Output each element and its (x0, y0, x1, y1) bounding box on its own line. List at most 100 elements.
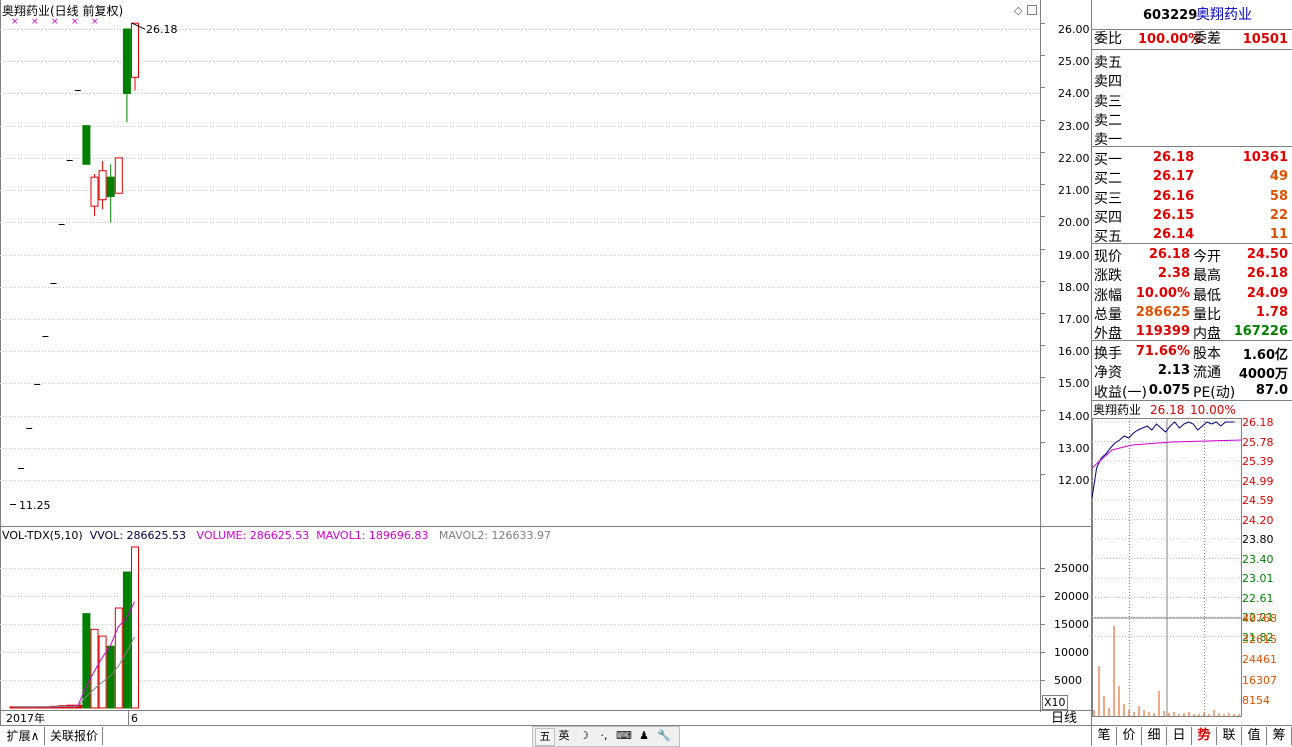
volume-multiplier: X10 (1042, 695, 1068, 710)
volume-bar[interactable] (122, 571, 131, 709)
user-icon[interactable]: ♟ (635, 728, 653, 744)
intraday-price-tick: 23.80 (1242, 533, 1274, 546)
right-tab[interactable]: 势 (1192, 727, 1217, 745)
high-price-label: 26.18 (146, 23, 178, 36)
intraday-price-tick: 23.01 (1242, 572, 1274, 585)
english-mode-icon[interactable]: 英 (555, 728, 573, 744)
intraday-price-tick: 23.40 (1242, 552, 1274, 566)
wubi-icon[interactable]: 五 (535, 728, 555, 746)
stat-value: 2.38 (1157, 266, 1190, 282)
intraday-chart[interactable] (1092, 418, 1242, 718)
right-tab[interactable]: 细 (1142, 727, 1167, 745)
candlestick-chart: × × × × × (0, 17, 1040, 505)
quote-divider-6 (1092, 400, 1292, 401)
volume-legend: VOL-TDX(5,10) VVOL: 286625.53 VOLUME: 28… (2, 530, 551, 541)
stat-value: 24.09 (1246, 285, 1288, 301)
right-tab[interactable]: 笔 (1092, 727, 1117, 745)
punctuation-icon[interactable]: ·, (595, 728, 613, 744)
right-tab[interactable]: 价 (1117, 727, 1142, 745)
volume-axis-label: 5000 (1054, 673, 1082, 687)
right-tab[interactable]: 筹 (1267, 727, 1292, 745)
right-tab[interactable]: 日 (1167, 727, 1192, 745)
price-axis-tick (1041, 151, 1045, 153)
volume-chart (0, 546, 1040, 709)
half-width-icon[interactable]: ☽ (575, 728, 593, 744)
price-axis-label: 19.00 (1058, 248, 1090, 262)
keyboard-icon[interactable]: ⌨ (615, 728, 633, 744)
stat-value: 286625 (1135, 304, 1190, 320)
year-label: 2017年 (6, 712, 45, 725)
intraday-price-tick: 26.18 (1242, 416, 1274, 429)
buy-price: 26.17 (1153, 169, 1195, 185)
mini-chart-price: 26.18 (1150, 403, 1185, 417)
diamond-icon[interactable]: ◇ (1014, 4, 1022, 17)
candle[interactable] (114, 157, 123, 194)
event-marker[interactable]: × (91, 17, 99, 27)
volume-axis-tick (1041, 567, 1045, 569)
buy-row[interactable]: 买三 26.16 58 (1093, 186, 1291, 207)
weicha-label: 委差 (1193, 31, 1221, 47)
candle[interactable] (122, 28, 131, 123)
price-axis-label: 18.00 (1058, 280, 1090, 294)
candle[interactable] (106, 164, 115, 223)
buy-price: 26.15 (1153, 207, 1195, 223)
stat-value: 167226 (1233, 324, 1288, 340)
price-axis-label: 23.00 (1058, 119, 1090, 133)
intraday-price-tick: 24.99 (1242, 474, 1274, 488)
low-price-label: 11.25 (19, 499, 51, 512)
buy-row[interactable]: 买一 26.18 10361 (1093, 147, 1291, 168)
stat-row: 涨幅 10.00% 最低 24.09 (1093, 283, 1291, 304)
stat-value: 24.50 (1246, 247, 1288, 262)
volume-axis-label: 10000 (1054, 645, 1089, 659)
event-marker[interactable]: × (71, 17, 79, 27)
buy-price: 26.14 (1153, 227, 1195, 243)
buy-row[interactable]: 买四 26.15 22 (1093, 205, 1291, 226)
stat-row: 收益(一) 0.075 PE(动) 87.0 (1093, 380, 1291, 401)
buy-row[interactable]: 买二 26.17 49 (1093, 166, 1291, 187)
stat-value: 0.075 (1148, 382, 1190, 398)
event-marker[interactable]: × (11, 17, 19, 27)
right-tab[interactable]: 值 (1242, 727, 1267, 745)
maximize-icon[interactable] (1027, 5, 1037, 15)
buy-row[interactable]: 买五 26.14 11 (1093, 224, 1291, 245)
volume-bar[interactable] (98, 635, 107, 709)
weicha-value: 10501 (1242, 32, 1288, 47)
volume-indicator-label[interactable]: VOL-TDX(5,10) (2, 529, 83, 542)
price-axis-tick (1041, 184, 1045, 186)
right-tab-line (1092, 725, 1292, 726)
buy-price: 26.18 (1153, 150, 1195, 165)
right-tab[interactable]: 联 (1217, 727, 1242, 745)
month-tick (128, 711, 129, 725)
expand-tab[interactable]: 扩展∧ (2, 727, 45, 745)
stat-value: 26.18 (1246, 266, 1288, 282)
stat-value: 119399 (1135, 324, 1190, 340)
volume-bar[interactable] (131, 546, 139, 709)
stat-value: 2.13 (1157, 363, 1190, 379)
settings-icon[interactable]: 🔧 (655, 728, 673, 744)
price-axis-label: 22.00 (1058, 151, 1090, 165)
event-marker[interactable]: × (51, 17, 59, 27)
volume-axis-tick (1041, 595, 1045, 597)
intraday-price-tick: 24.59 (1242, 494, 1274, 507)
event-marker[interactable]: × (31, 17, 39, 27)
related-quote-tab[interactable]: 关联报价 (46, 727, 103, 745)
candle[interactable] (90, 173, 99, 216)
volume-axis-tick (1041, 679, 1045, 681)
chart-title: 奥翔药业(日线 前复权) (2, 4, 124, 18)
candle[interactable] (82, 125, 91, 165)
price-axis-label: 15.00 (1058, 377, 1090, 391)
buy-volume: 49 (1269, 169, 1288, 185)
period-label[interactable]: 日线 (1051, 712, 1077, 725)
volume-bar[interactable] (90, 628, 99, 709)
intraday-volume-tick: 16307 (1242, 673, 1277, 687)
price-axis-tick (1041, 345, 1045, 347)
candle[interactable] (98, 161, 107, 210)
price-axis-label: 25.00 (1058, 55, 1090, 69)
sell-row: 卖五 (1093, 50, 1291, 71)
buy-price: 26.16 (1153, 188, 1195, 204)
price-axis-tick (1041, 248, 1045, 250)
price-axis-tick (1041, 216, 1045, 218)
candle[interactable] (131, 22, 139, 91)
price-axis-tick (1041, 474, 1045, 475)
intraday-price-tick: 25.39 (1242, 455, 1274, 468)
